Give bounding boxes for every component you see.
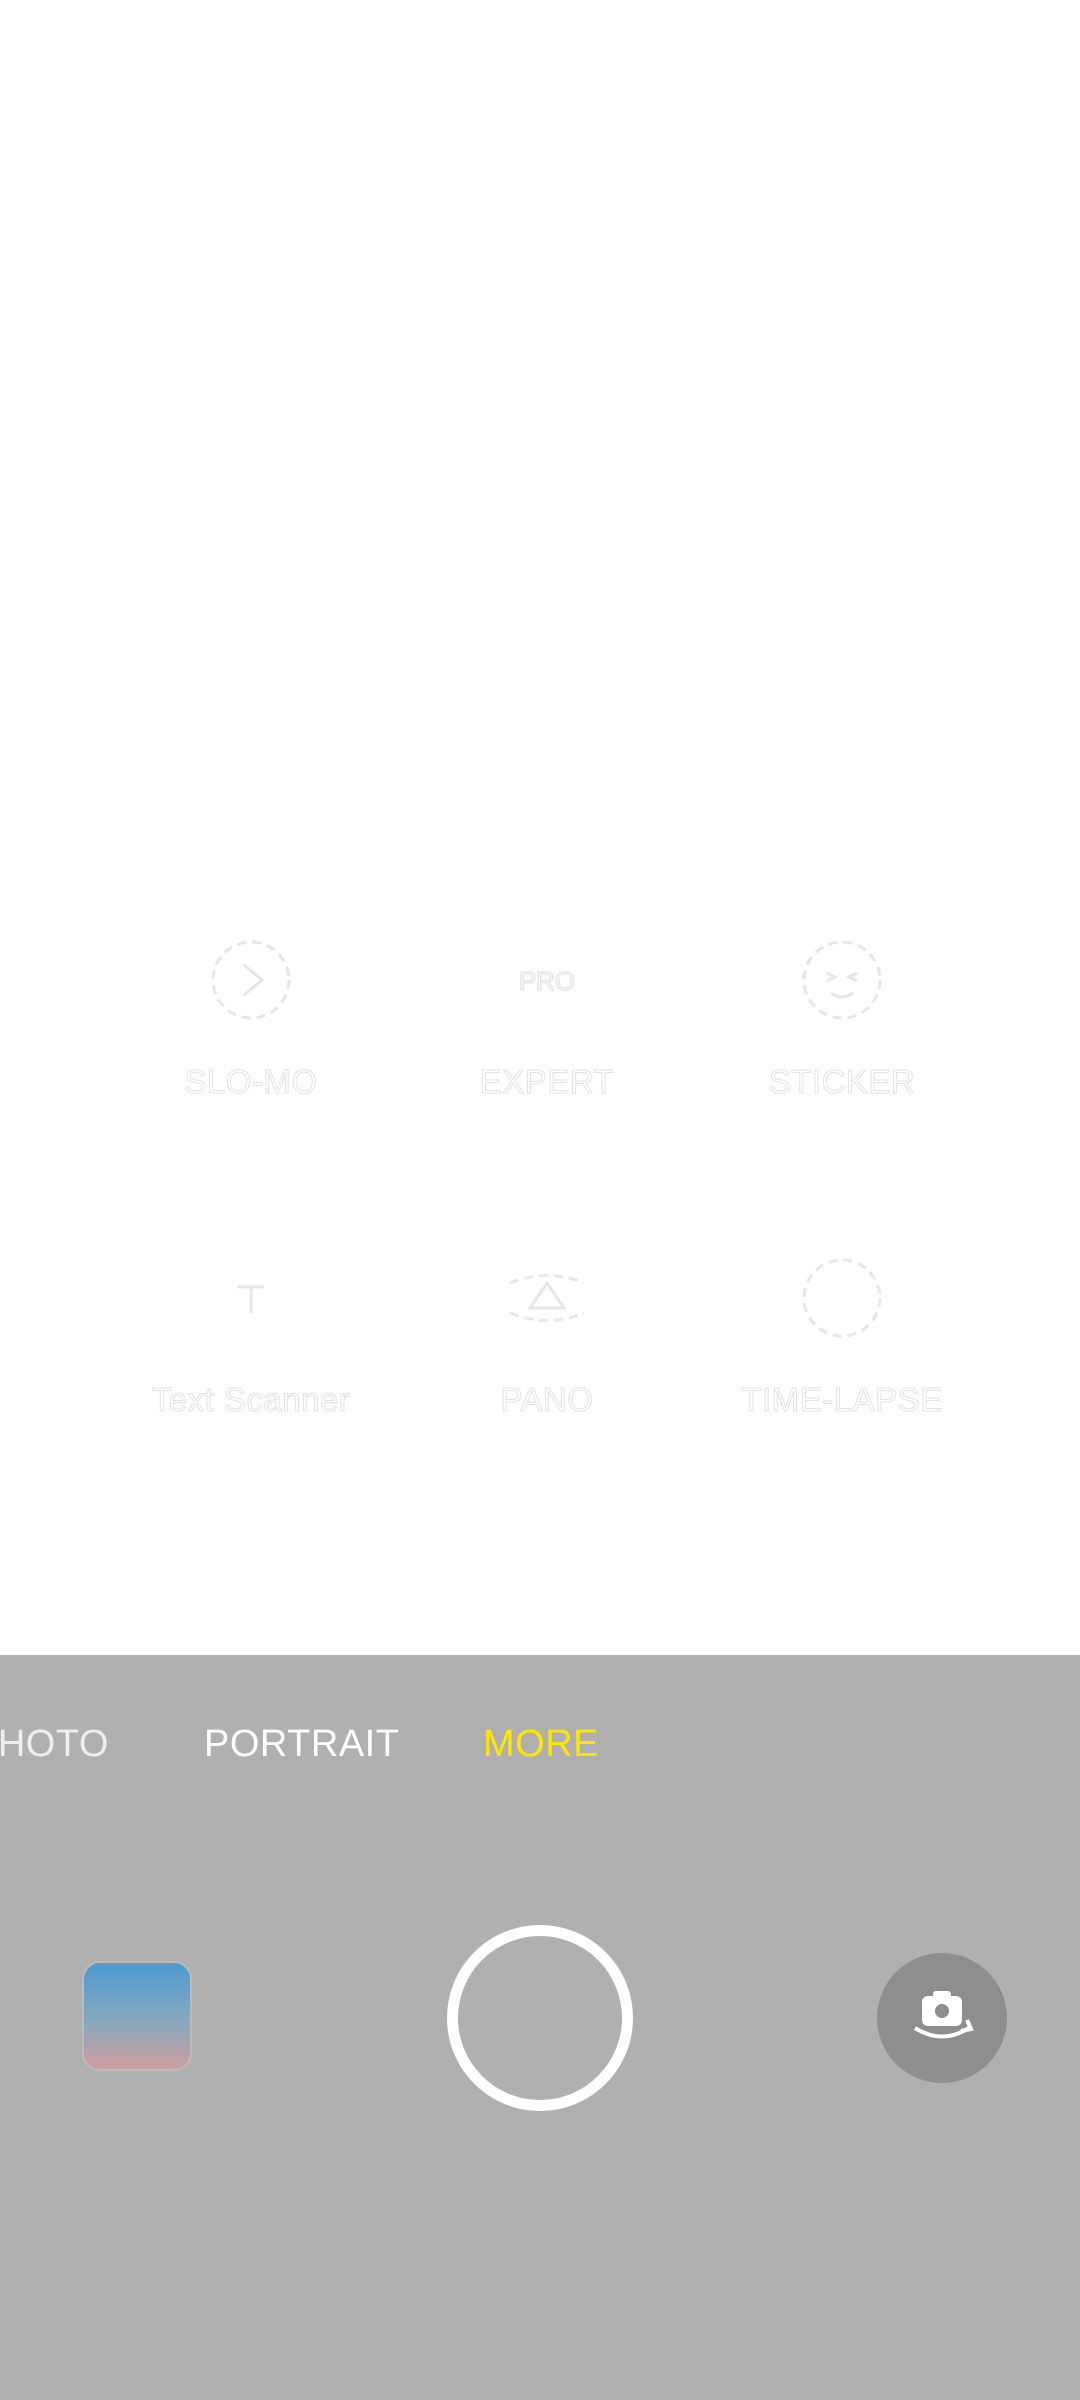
sticker-icon	[802, 940, 882, 1020]
tab-photo[interactable]: PHOTO	[0, 1723, 109, 1766]
mode-time-lapse[interactable]: TIME-LAPSE	[692, 1253, 992, 1419]
switch-camera-button[interactable]	[877, 1953, 1007, 2083]
gallery-thumbnail[interactable]	[84, 1963, 190, 2069]
shutter-button[interactable]	[447, 1925, 633, 2111]
mode-label: Text Scanner	[151, 1381, 351, 1419]
mode-expert[interactable]: PRO EXPERT	[397, 935, 697, 1101]
tab-portrait[interactable]: PORTRAIT	[204, 1723, 399, 1766]
switch-camera-icon	[913, 1991, 974, 2039]
mode-label: PANO	[500, 1381, 594, 1419]
mode-sticker[interactable]: STICKER	[692, 935, 992, 1101]
svg-text:PRO: PRO	[519, 966, 575, 996]
mode-slo-mo[interactable]: SLO-MO	[101, 935, 401, 1101]
slow-motion-icon	[211, 940, 291, 1020]
mode-pano[interactable]: PANO	[397, 1253, 697, 1419]
tab-more[interactable]: MORE	[483, 1723, 599, 1766]
pano-icon	[509, 1274, 585, 1322]
mode-label: SLO-MO	[184, 1063, 318, 1101]
mode-text-scanner[interactable]: Text Scanner	[101, 1253, 401, 1419]
time-lapse-icon	[802, 1258, 882, 1338]
expert-icon: PRO	[518, 965, 576, 997]
camera-bottom-panel: PHOTO PORTRAIT MORE	[0, 1655, 1080, 2400]
mode-label: TIME-LAPSE	[741, 1381, 943, 1419]
mode-label: STICKER	[768, 1063, 916, 1101]
text-scanner-icon	[238, 1285, 264, 1313]
more-modes-grid: SLO-MO PRO EXPERT STICKER Text Scanner P…	[0, 0, 1080, 1655]
mode-label: EXPERT	[479, 1063, 615, 1101]
mode-tabs: PHOTO PORTRAIT MORE	[0, 1655, 1080, 1805]
